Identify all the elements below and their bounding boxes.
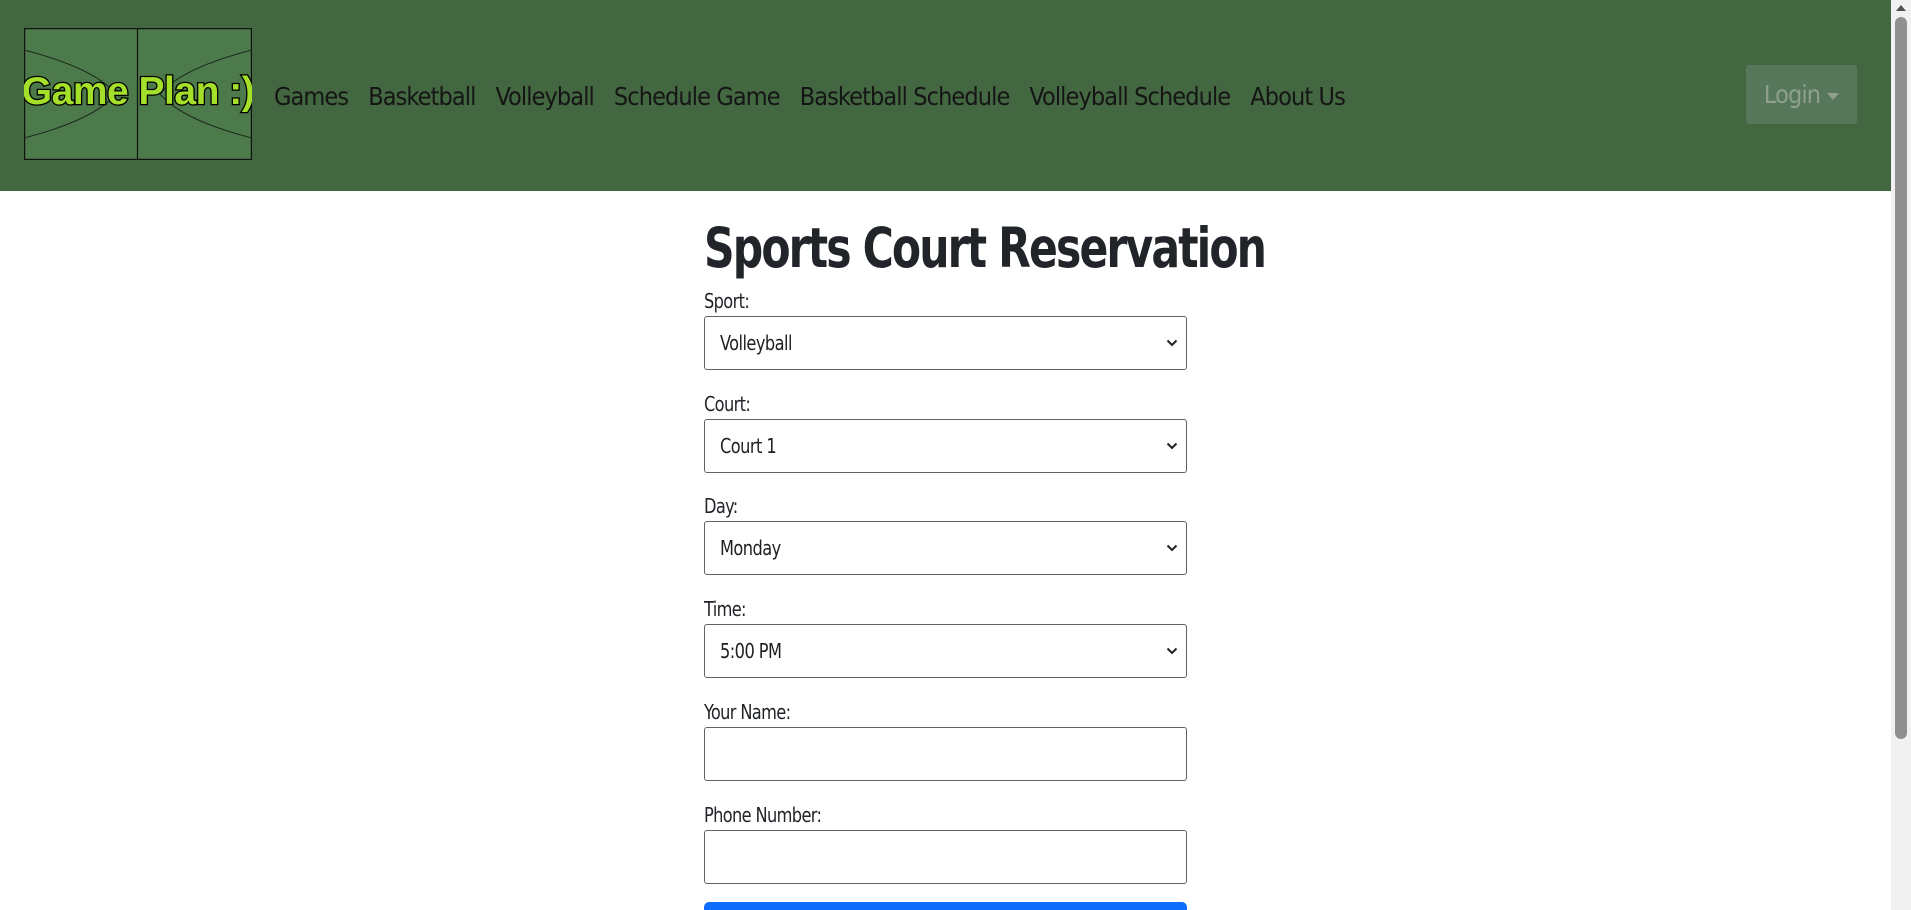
- day-select-value: Monday: [720, 536, 781, 560]
- day-label: Day:: [704, 494, 738, 518]
- chevron-down-icon: [1166, 339, 1178, 347]
- time-field: Time: 5:00 PM: [704, 594, 1187, 678]
- caret-down-icon: [1827, 92, 1840, 100]
- court-label: Court:: [704, 392, 751, 416]
- nav-games[interactable]: Games: [274, 82, 349, 111]
- sport-select[interactable]: Volleyball: [704, 316, 1187, 370]
- court-select[interactable]: Court 1: [704, 419, 1187, 473]
- navbar: Game Plan :) Games Basketball Volleyball…: [0, 0, 1891, 191]
- phone-field: Phone Number:: [704, 800, 1187, 884]
- scroll-up-arrow-icon[interactable]: [1896, 5, 1906, 11]
- sport-field: Sport: Volleyball: [704, 286, 1187, 370]
- nav-about-us[interactable]: About Us: [1250, 82, 1346, 111]
- sport-label: Sport:: [704, 289, 750, 313]
- page: Game Plan :) Games Basketball Volleyball…: [0, 0, 1911, 910]
- page-title: Sports Court Reservation: [704, 216, 1267, 280]
- reservation-form: Sports Court Reservation Sport: Volleyba…: [704, 206, 1267, 884]
- sport-select-value: Volleyball: [720, 331, 792, 355]
- nav-volleyball-schedule[interactable]: Volleyball Schedule: [1029, 82, 1231, 111]
- scrollbar-thumb[interactable]: [1895, 17, 1907, 739]
- court-field: Court: Court 1: [704, 389, 1187, 473]
- phone-input[interactable]: [704, 830, 1187, 884]
- login-dropdown-button[interactable]: Login: [1746, 65, 1857, 124]
- nav-basketball-schedule[interactable]: Basketball Schedule: [800, 82, 1011, 111]
- logo-court-graphic: Game Plan :): [24, 28, 252, 160]
- submit-button[interactable]: [704, 902, 1187, 910]
- nav-volleyball[interactable]: Volleyball: [495, 82, 594, 111]
- name-input[interactable]: [704, 727, 1187, 781]
- chevron-down-icon: [1166, 544, 1178, 552]
- logo[interactable]: Game Plan :): [24, 28, 252, 160]
- name-field: Your Name:: [704, 697, 1187, 781]
- chevron-down-icon: [1166, 442, 1178, 450]
- nav-schedule-game[interactable]: Schedule Game: [614, 82, 781, 111]
- time-select-value: 5:00 PM: [720, 639, 782, 663]
- chevron-down-icon: [1166, 647, 1178, 655]
- vertical-scrollbar[interactable]: [1891, 0, 1911, 910]
- main-nav: Games Basketball Volleyball Schedule Gam…: [274, 76, 1365, 116]
- logo-text: Game Plan :): [24, 70, 252, 113]
- time-label: Time:: [704, 597, 747, 621]
- name-label: Your Name:: [704, 700, 791, 724]
- day-field: Day: Monday: [704, 491, 1187, 575]
- court-select-value: Court 1: [720, 434, 777, 458]
- phone-label: Phone Number:: [704, 803, 822, 827]
- login-label: Login: [1763, 80, 1821, 109]
- time-select[interactable]: 5:00 PM: [704, 624, 1187, 678]
- nav-basketball[interactable]: Basketball: [368, 82, 476, 111]
- day-select[interactable]: Monday: [704, 521, 1187, 575]
